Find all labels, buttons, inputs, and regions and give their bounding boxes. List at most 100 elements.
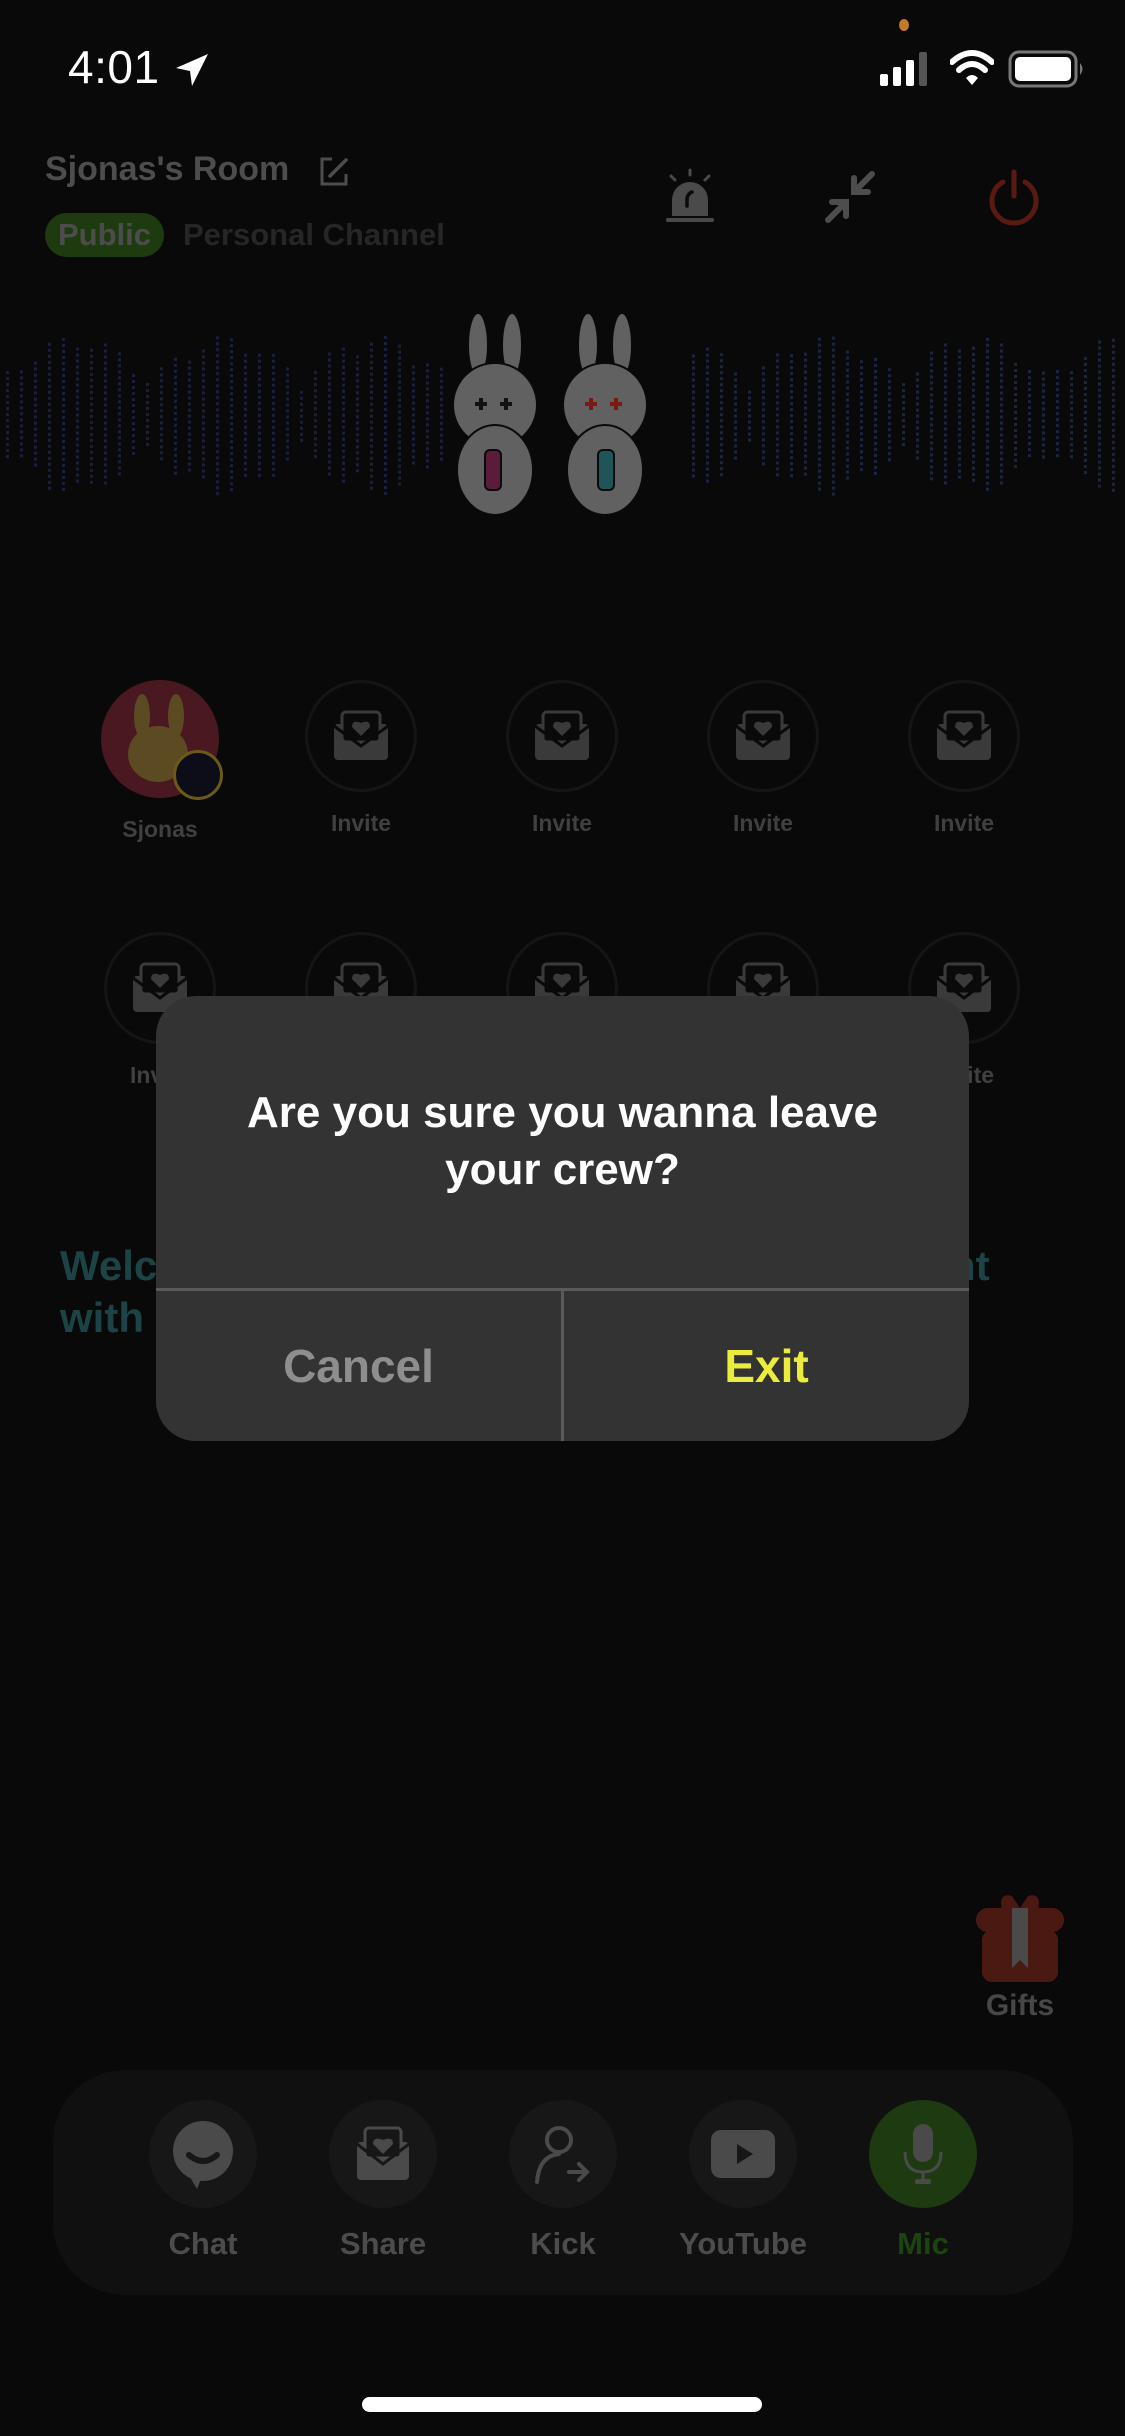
home-indicator[interactable] — [362, 2397, 762, 2412]
waveform-dot — [902, 419, 905, 423]
waveform-dot — [1042, 449, 1045, 453]
seat-invite[interactable]: Invite — [701, 680, 825, 837]
waveform-dot — [356, 355, 359, 359]
waveform-dot — [832, 372, 835, 376]
invite-seat-circle[interactable] — [707, 680, 819, 792]
waveform-dot — [230, 356, 233, 360]
waveform-dot — [706, 413, 709, 417]
avatar[interactable] — [101, 680, 223, 800]
welcome-line1-start: Welc — [60, 1242, 158, 1289]
invite-seat-circle[interactable] — [908, 680, 1020, 792]
waveform-dot — [118, 454, 121, 458]
power-icon[interactable] — [984, 168, 1044, 228]
cancel-button[interactable]: Cancel — [156, 1291, 561, 1441]
waveform-dot — [1042, 413, 1045, 417]
waveform-dot — [846, 386, 849, 390]
waveform-dot — [118, 436, 121, 440]
waveform-dot — [1112, 488, 1115, 492]
waveform-dot — [1098, 358, 1101, 362]
seat-user[interactable]: Sjonas — [98, 680, 223, 843]
seat-invite[interactable]: Invite — [299, 680, 423, 837]
minimize-icon[interactable] — [820, 168, 880, 228]
waveform-dot — [1000, 433, 1003, 437]
seat-invite[interactable]: Invite — [500, 680, 624, 837]
waveform-dot — [832, 402, 835, 406]
waveform-dot — [874, 471, 877, 475]
waveform-dot — [202, 427, 205, 431]
waveform-dot — [398, 464, 401, 468]
waveform-dot — [888, 374, 891, 378]
waveform-dot — [146, 442, 149, 446]
waveform-dot — [48, 432, 51, 436]
waveform-dot — [342, 377, 345, 381]
waveform-dot — [370, 438, 373, 442]
waveform-dot — [160, 445, 163, 449]
waveform-dot — [832, 468, 835, 472]
waveform-dot — [860, 468, 863, 472]
waveform-dot — [412, 407, 415, 411]
edit-icon[interactable] — [318, 156, 350, 188]
waveform-dot — [972, 346, 975, 350]
invite-seat-circle[interactable] — [305, 680, 417, 792]
seat-invite[interactable]: Invite — [902, 680, 1026, 837]
share-button[interactable]: Share — [303, 2100, 463, 2262]
waveform-dot — [286, 385, 289, 389]
waveform-dot — [1056, 388, 1059, 392]
waveform-dot — [972, 358, 975, 362]
waveform-dot — [216, 474, 219, 478]
waveform-dot — [804, 454, 807, 458]
waveform-dot — [1028, 430, 1031, 434]
waveform-dot — [930, 465, 933, 469]
waveform-dot — [174, 447, 177, 451]
chat-button[interactable]: Chat — [123, 2100, 283, 2262]
waveform-dot — [356, 421, 359, 425]
youtube-button[interactable]: YouTube — [663, 2100, 823, 2262]
waveform-dot — [944, 457, 947, 461]
mic-button[interactable]: Mic — [843, 2100, 1003, 2262]
waveform-dot — [272, 467, 275, 471]
waveform-dot — [972, 370, 975, 374]
alarm-icon[interactable] — [660, 168, 720, 228]
waveform-dot — [384, 419, 387, 423]
waveform-dot — [370, 480, 373, 484]
kick-button[interactable]: Kick — [483, 2100, 643, 2262]
gifts-button[interactable]: Gifts — [968, 1888, 1072, 2023]
waveform-dot — [944, 475, 947, 479]
waveform-dot — [720, 425, 723, 429]
waveform-dot — [790, 450, 793, 454]
waveform-dot — [762, 378, 765, 382]
waveform-dot — [384, 365, 387, 369]
waveform-dot — [972, 418, 975, 422]
waveform-dot — [188, 372, 191, 376]
gift-icon — [976, 1895, 1064, 1982]
waveform-dot — [762, 384, 765, 388]
waveform-dot — [958, 367, 961, 371]
waveform-dot — [384, 443, 387, 447]
waveform-dot — [314, 407, 317, 411]
waveform-dot — [258, 455, 261, 459]
waveform-dot — [230, 458, 233, 462]
waveform-dot — [706, 443, 709, 447]
waveform-dot — [1056, 436, 1059, 440]
signal-icon — [880, 52, 927, 86]
waveform-dot — [48, 480, 51, 484]
waveform-dot — [1084, 429, 1087, 433]
waveform-dot — [818, 409, 821, 413]
waveform-dot — [874, 381, 877, 385]
invite-seat-circle[interactable] — [506, 680, 618, 792]
waveform-dot — [76, 383, 79, 387]
waveform-dot — [958, 397, 961, 401]
exit-button[interactable]: Exit — [564, 1291, 969, 1441]
waveform-dot — [874, 363, 877, 367]
waveform-dot — [846, 428, 849, 432]
waveform-dot — [272, 443, 275, 447]
waveform-dot — [706, 383, 709, 387]
waveform-dot — [6, 425, 9, 429]
waveform-dot — [48, 456, 51, 460]
waveform-dot — [62, 361, 65, 365]
waveform-dot — [328, 376, 331, 380]
waveform-dot — [132, 440, 135, 444]
waveform-dot — [90, 390, 93, 394]
waveform-dot — [188, 468, 191, 472]
waveform-dot — [1028, 400, 1031, 404]
